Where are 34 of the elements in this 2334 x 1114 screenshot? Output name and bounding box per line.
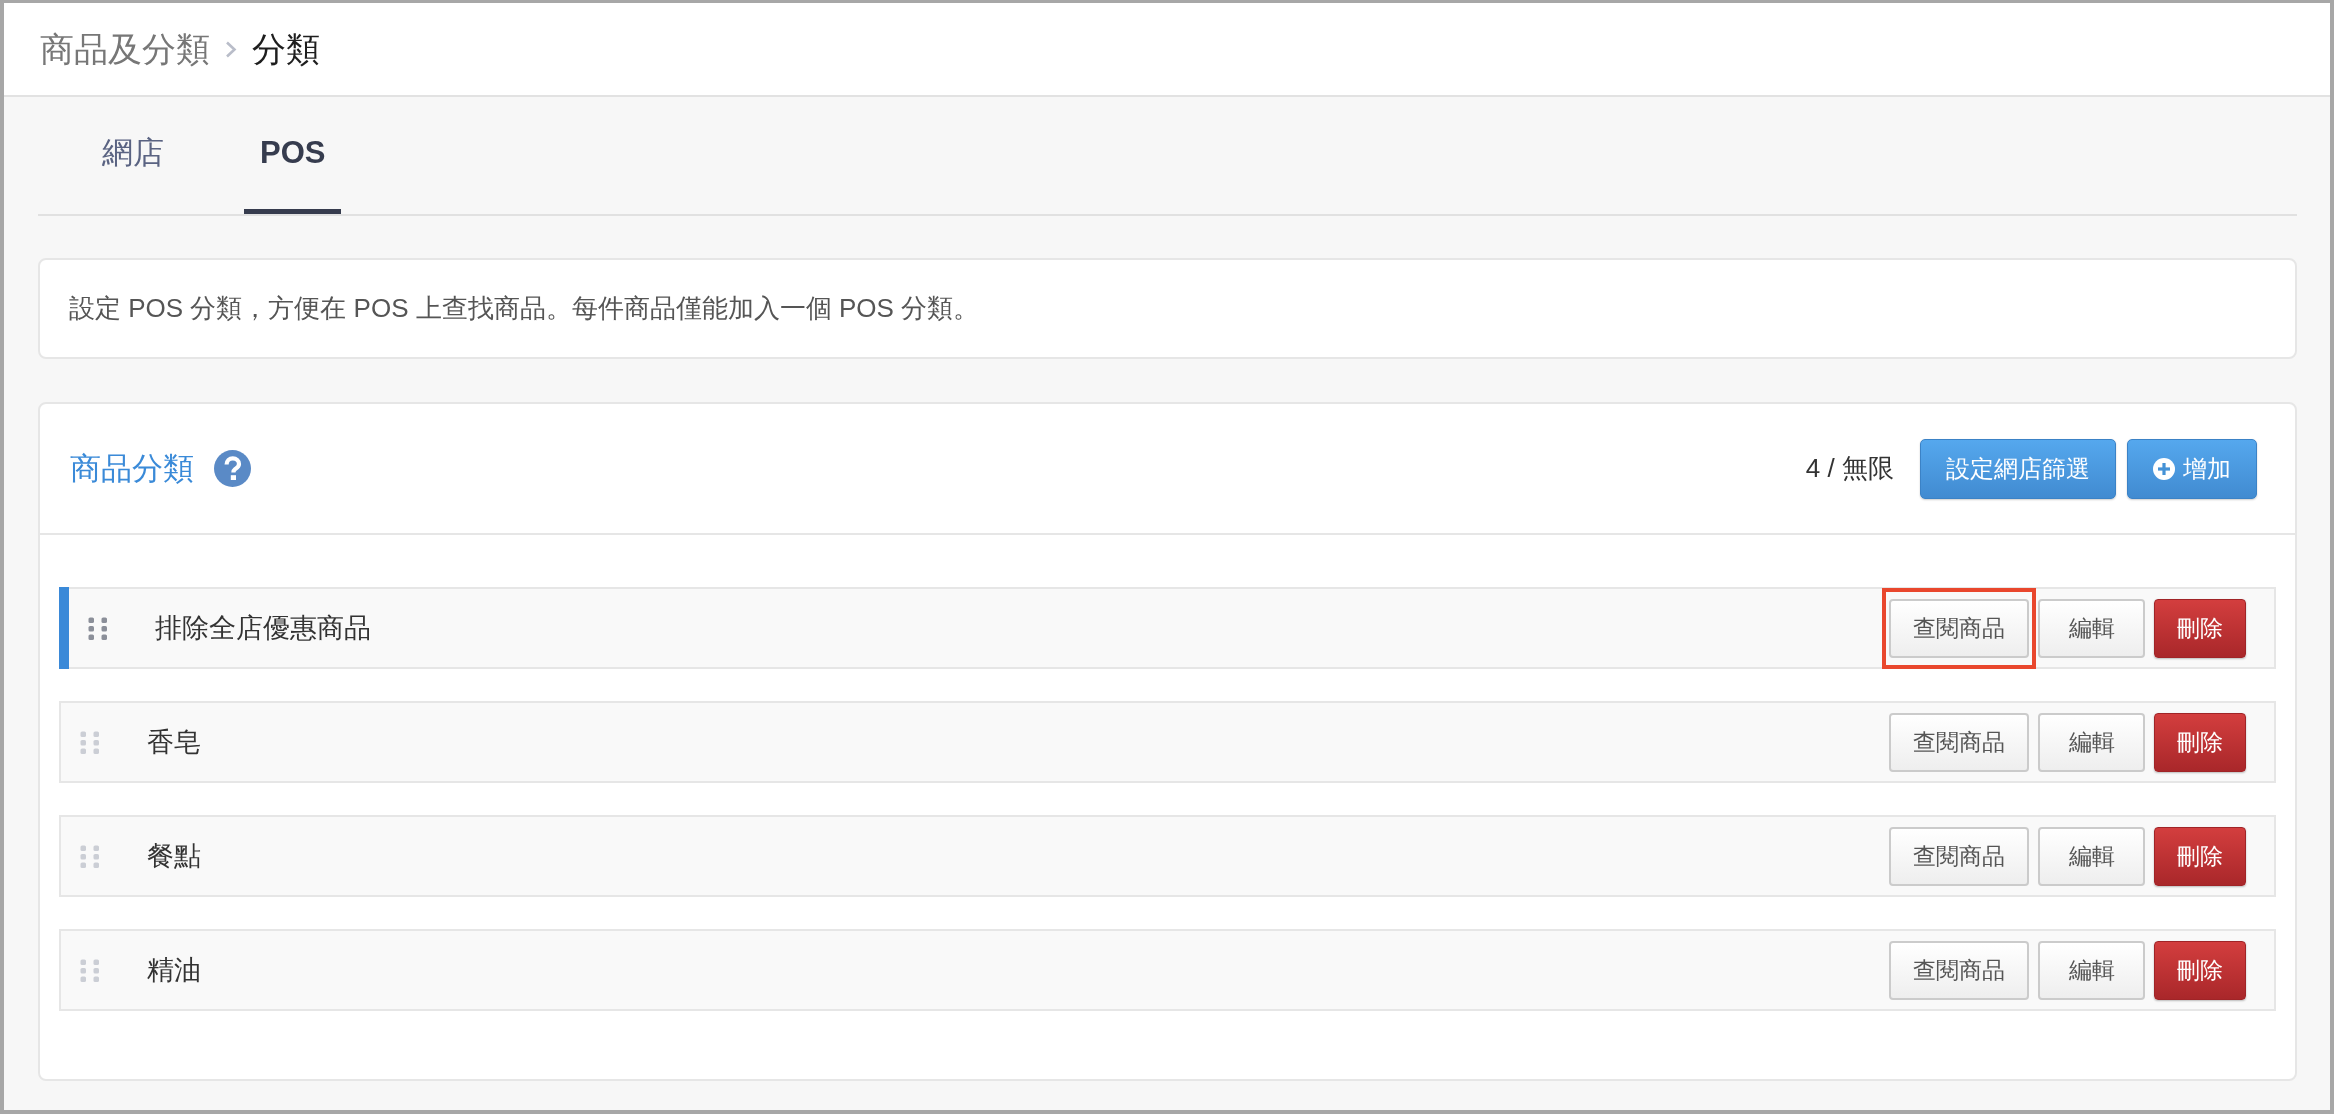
panel-title: 商品分類 xyxy=(70,449,194,488)
delete-button[interactable]: 刪除 xyxy=(2154,826,2246,886)
category-row[interactable]: 餐點 查閱商品 編輯 刪除 xyxy=(59,815,2276,897)
delete-button[interactable]: 刪除 xyxy=(2154,598,2246,658)
category-row[interactable]: 精油 查閱商品 編輯 刪除 xyxy=(59,929,2276,1011)
tab[interactable]: 網店 xyxy=(86,97,180,214)
drag-handle-icon[interactable] xyxy=(80,958,100,982)
help-icon[interactable] xyxy=(214,450,251,487)
view-products-button[interactable]: 查閱商品 xyxy=(1889,940,2029,1000)
delete-button[interactable]: 刪除 xyxy=(2154,712,2246,772)
category-count: 4 / 無限 xyxy=(1805,452,1894,485)
drag-handle-icon[interactable] xyxy=(80,844,100,868)
category-row[interactable]: 香皂 查閱商品 編輯 刪除 xyxy=(59,701,2276,783)
edit-button[interactable]: 編輯 xyxy=(2038,712,2145,772)
category-name: 精油 xyxy=(147,954,201,987)
delete-button[interactable]: 刪除 xyxy=(2154,940,2246,1000)
plus-circle-icon xyxy=(2153,457,2175,480)
edit-button[interactable]: 編輯 xyxy=(2038,826,2145,886)
category-name: 排除全店優惠商品 xyxy=(155,612,371,645)
tab[interactable]: POS xyxy=(244,97,342,214)
chevron-right-icon xyxy=(225,40,237,58)
edit-button[interactable]: 編輯 xyxy=(2038,940,2145,1000)
drag-handle-icon[interactable] xyxy=(80,730,100,754)
breadcrumb-item: 分類 xyxy=(252,29,320,69)
category-name: 餐點 xyxy=(147,840,201,873)
view-products-button[interactable]: 查閱商品 xyxy=(1889,826,2029,886)
view-products-button[interactable]: 查閱商品 xyxy=(1889,598,2029,658)
category-name: 香皂 xyxy=(147,726,201,759)
breadcrumb-item[interactable]: 商品及分類 xyxy=(40,29,210,69)
category-row[interactable]: 排除全店優惠商品 查閱商品 編輯 刪除 xyxy=(59,587,2276,669)
info-text: 設定 POS 分類，方便在 POS 上查找商品。每件商品僅能加入一個 POS 分類。 xyxy=(69,292,980,325)
edit-button[interactable]: 編輯 xyxy=(2038,598,2145,658)
view-products-button[interactable]: 查閱商品 xyxy=(1889,712,2029,772)
drag-handle-icon[interactable] xyxy=(88,616,108,640)
